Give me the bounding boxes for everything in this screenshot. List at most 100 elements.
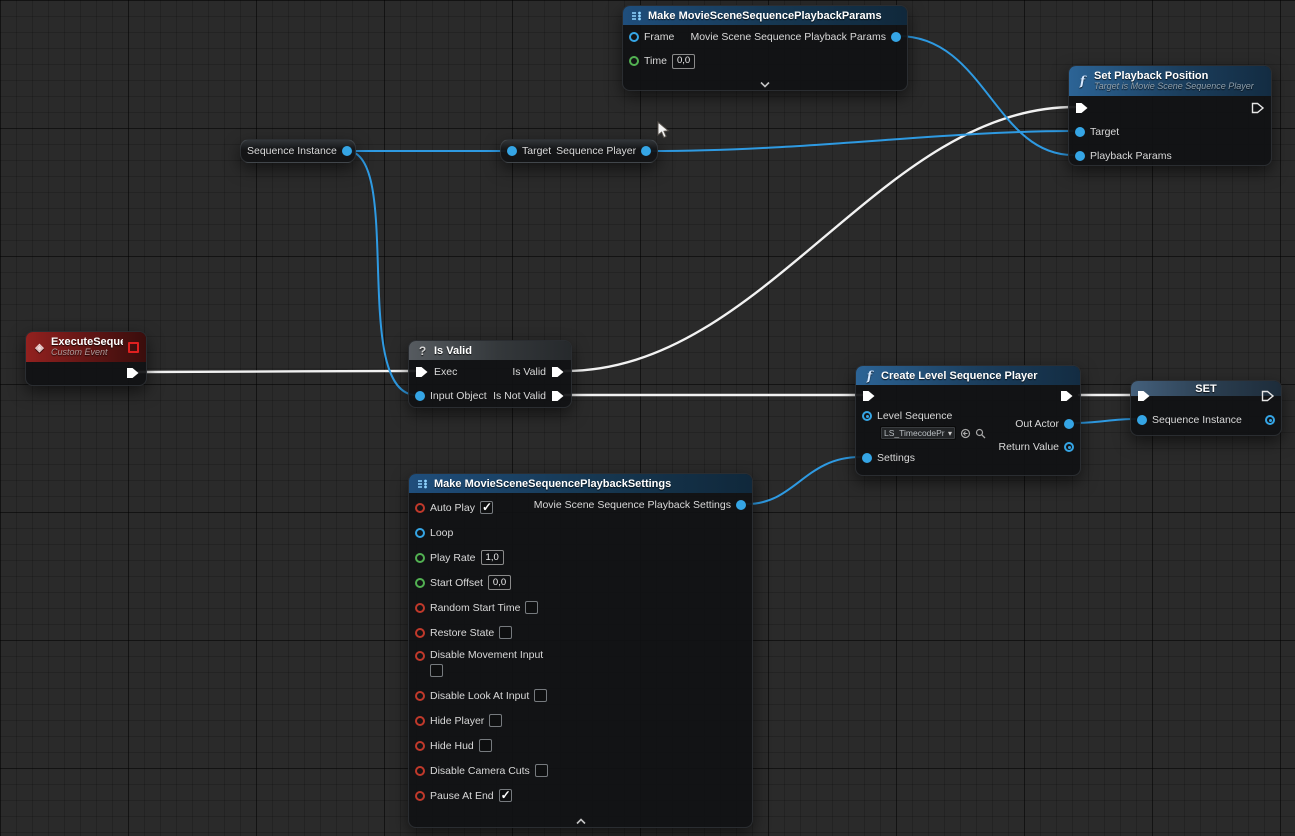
pause-at-end-label: Pause At End: [430, 790, 494, 802]
wire-data-settings-to-createlsp[interactable]: [747, 457, 860, 504]
target-input-pin[interactable]: [507, 146, 517, 156]
pause-at-end-pin[interactable]: [415, 791, 425, 801]
node-make-playback-settings[interactable]: Make MovieSceneSequencePlaybackSettings …: [408, 473, 753, 828]
auto-play-pin[interactable]: [415, 503, 425, 513]
node-header-set-playback-position[interactable]: f Set Playback Position Target is Movie …: [1069, 66, 1271, 96]
node-header-create-lsp[interactable]: f Create Level Sequence Player: [856, 366, 1080, 385]
setting-row-restore-state: Restore State: [409, 620, 752, 645]
is-valid-pin-label: Is Valid: [512, 366, 546, 378]
disable-look-at-input-checkbox[interactable]: [534, 689, 547, 702]
blueprint-graph-canvas[interactable]: Make MovieSceneSequencePlaybackParams Fr…: [0, 0, 1295, 836]
is-not-valid-exec-output-pin[interactable]: [551, 390, 565, 402]
settings-pin-label: Settings: [877, 452, 915, 464]
start-offset-input[interactable]: 0,0: [488, 575, 511, 590]
node-title: SET: [1195, 383, 1216, 395]
exec-input-pin[interactable]: [415, 366, 429, 378]
disable-camera-cuts-checkbox[interactable]: [535, 764, 548, 777]
node-header-make-playback-settings[interactable]: Make MovieSceneSequencePlaybackSettings: [409, 474, 752, 493]
node-make-playback-params[interactable]: Make MovieSceneSequencePlaybackParams Fr…: [622, 5, 908, 91]
node-header-is-valid[interactable]: ? Is Valid: [409, 341, 571, 360]
mouse-cursor: [655, 121, 671, 139]
level-sequence-asset-dropdown[interactable]: LS_TimecodePr ▾: [880, 426, 956, 440]
node-subtitle: Target is Movie Scene Sequence Player: [1094, 82, 1254, 92]
node-is-valid[interactable]: ? Is Valid Exec Is Valid Input Object: [408, 340, 572, 408]
settings-output-label: Movie Scene Sequence Playback Settings: [534, 499, 731, 511]
out-actor-output-pin[interactable]: [1064, 419, 1074, 429]
time-input-pin[interactable]: [629, 56, 639, 66]
exec-output-pin[interactable]: [1251, 102, 1265, 114]
node-header-make-playback-params[interactable]: Make MovieSceneSequencePlaybackParams: [623, 6, 907, 25]
exec-output-pin[interactable]: [126, 367, 140, 379]
chevron-down-icon: ▾: [948, 429, 952, 438]
disable-camera-cuts-pin[interactable]: [415, 766, 425, 776]
node-header-execute-sequence[interactable]: ◈ ExecuteSequence Custom Event: [26, 332, 146, 362]
frame-input-pin[interactable]: [629, 32, 639, 42]
wire-exec-event-to-isvalid[interactable]: [138, 371, 415, 372]
input-object-pin[interactable]: [415, 391, 425, 401]
node-subtitle: Custom Event: [51, 348, 123, 358]
exec-input-pin[interactable]: [1137, 390, 1151, 402]
chevron-up-icon[interactable]: [575, 818, 587, 825]
sequence-instance-output-pin[interactable]: [342, 146, 352, 156]
setting-row-loop: Loop: [409, 520, 752, 545]
disable-look-at-input-pin[interactable]: [415, 691, 425, 701]
event-binding-indicator-icon[interactable]: [128, 342, 139, 353]
time-value-input[interactable]: 0,0: [672, 54, 695, 69]
start-offset-pin[interactable]: [415, 578, 425, 588]
target-pin-label: Target: [1090, 126, 1119, 138]
target-input-pin[interactable]: [1075, 127, 1085, 137]
hide-hud-pin[interactable]: [415, 741, 425, 751]
node-set-sequence-instance[interactable]: SET Sequence Instance: [1130, 380, 1282, 436]
return-value-output-pin[interactable]: [1064, 442, 1074, 452]
exec-input-pin[interactable]: [1075, 102, 1089, 114]
is-valid-exec-output-pin[interactable]: [551, 366, 565, 378]
setting-row-pause-at-end: Pause At End: [409, 783, 752, 808]
node-get-sequence-player[interactable]: Target Sequence Player: [500, 139, 658, 163]
hide-hud-label: Hide Hud: [430, 740, 474, 752]
restore-state-pin[interactable]: [415, 628, 425, 638]
node-set-playback-position[interactable]: f Set Playback Position Target is Movie …: [1068, 65, 1272, 166]
node-get-sequence-instance[interactable]: Sequence Instance: [240, 139, 356, 163]
disable-movement-input-checkbox[interactable]: [430, 664, 443, 677]
use-selected-asset-icon[interactable]: [960, 428, 971, 439]
hide-hud-checkbox[interactable]: [479, 739, 492, 752]
wire-data-outactor-to-set[interactable]: [1074, 419, 1135, 423]
question-icon: ?: [416, 344, 429, 358]
exec-output-pin[interactable]: [1060, 390, 1074, 402]
hide-player-label: Hide Player: [430, 715, 484, 727]
hide-player-checkbox[interactable]: [489, 714, 502, 727]
level-sequence-input-pin[interactable]: [862, 411, 872, 421]
disable-camera-cuts-label: Disable Camera Cuts: [430, 765, 530, 777]
level-sequence-pin-label: Level Sequence: [877, 410, 952, 422]
node-execute-sequence-event[interactable]: ◈ ExecuteSequence Custom Event: [25, 331, 147, 386]
pause-at-end-checkbox[interactable]: [499, 789, 512, 802]
exec-input-pin[interactable]: [862, 390, 876, 402]
playback-params-input-pin[interactable]: [1075, 151, 1085, 161]
settings-output-pin[interactable]: [736, 500, 746, 510]
settings-input-pin[interactable]: [862, 453, 872, 463]
node-header-set[interactable]: SET: [1131, 381, 1281, 396]
random-start-time-checkbox[interactable]: [525, 601, 538, 614]
sequence-player-output-pin[interactable]: [641, 146, 651, 156]
play-rate-pin[interactable]: [415, 553, 425, 563]
exec-output-pin[interactable]: [1261, 390, 1275, 402]
setting-row-disable-movement-input: Disable Movement Input: [409, 645, 752, 683]
params-output-pin[interactable]: [891, 32, 901, 42]
chevron-down-icon[interactable]: [759, 81, 771, 88]
restore-state-checkbox[interactable]: [499, 626, 512, 639]
wire-data-seqinstance-to-inputobject[interactable]: [349, 151, 414, 395]
random-start-time-pin[interactable]: [415, 603, 425, 613]
hide-player-pin[interactable]: [415, 716, 425, 726]
play-rate-input[interactable]: 1,0: [481, 550, 504, 565]
browse-asset-icon[interactable]: [975, 428, 986, 439]
loop-pin[interactable]: [415, 528, 425, 538]
disable-movement-input-pin[interactable]: [415, 651, 425, 661]
sequence-instance-input-pin[interactable]: [1137, 415, 1147, 425]
frame-pin-label: Frame: [644, 31, 674, 43]
loop-label: Loop: [430, 527, 453, 539]
wire-data-seqplayer-to-target[interactable]: [651, 131, 1073, 151]
auto-play-checkbox[interactable]: [480, 501, 493, 514]
sequence-instance-output-pin[interactable]: [1265, 415, 1275, 425]
event-icon: ◈: [33, 341, 46, 354]
node-create-level-sequence-player[interactable]: f Create Level Sequence Player Level Seq…: [855, 365, 1081, 476]
